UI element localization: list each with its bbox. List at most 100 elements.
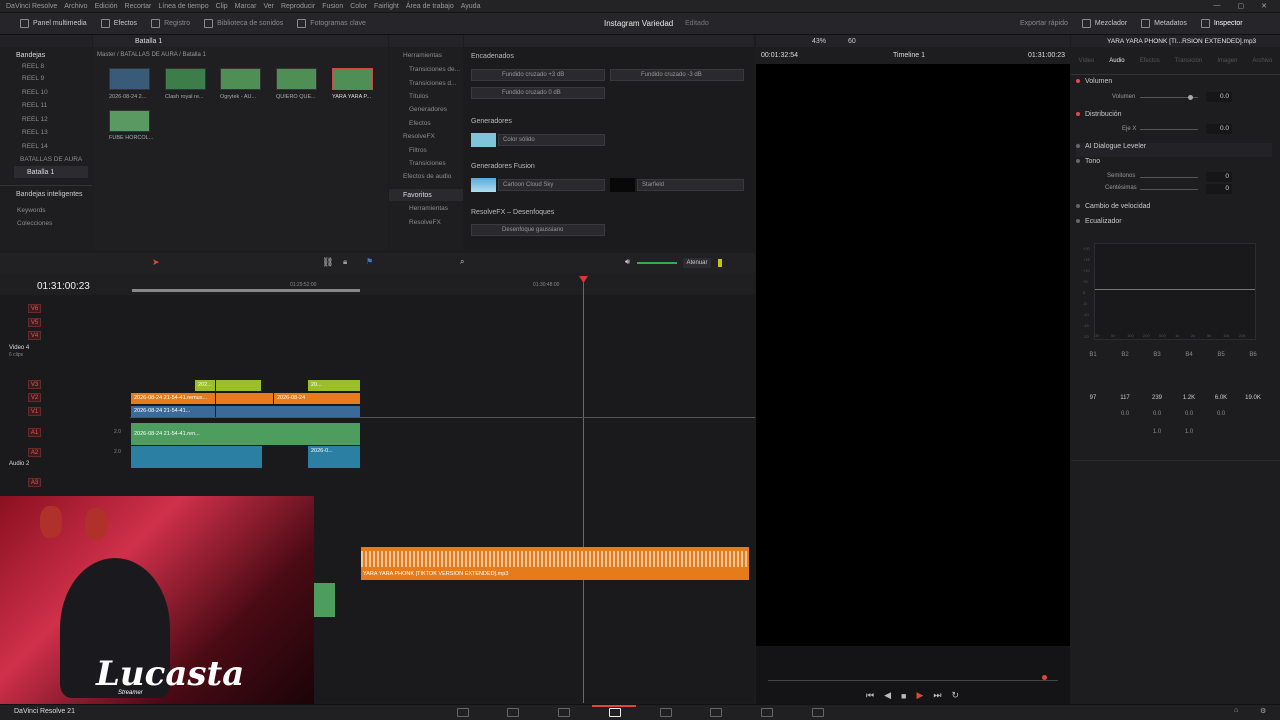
- speed-change-section[interactable]: Cambio de velocidad: [1076, 203, 1272, 217]
- timeline-clip[interactable]: [216, 406, 360, 417]
- bin-item[interactable]: REEL 12: [22, 116, 48, 123]
- track-label-v3[interactable]: V3: [28, 380, 41, 389]
- effects-tree-item[interactable]: Filtros: [409, 147, 427, 154]
- stop-icon[interactable]: ■: [901, 691, 906, 701]
- eq-band[interactable]: B5: [1206, 352, 1236, 358]
- equalizer-section[interactable]: Ecualizador: [1076, 218, 1272, 232]
- bin-item[interactable]: BATALLAS DE AURA: [20, 156, 82, 163]
- timeline-clip[interactable]: [216, 393, 273, 404]
- semitones-slider[interactable]: [1140, 177, 1198, 178]
- tab-image[interactable]: Imagen: [1217, 58, 1237, 64]
- semitones-value[interactable]: 0: [1206, 172, 1232, 182]
- timeline-clip[interactable]: 202...: [195, 380, 215, 391]
- color-page-icon[interactable]: [710, 708, 722, 717]
- timeline-clip[interactable]: 2026-08-24 21-54-41...: [131, 406, 215, 417]
- menu-item[interactable]: Archivo: [64, 3, 87, 10]
- eq-frequency[interactable]: 19.0K: [1238, 395, 1268, 401]
- timeline-audio-clip[interactable]: 2026-08-24 21-54-41.ren...: [131, 423, 360, 445]
- effects-tree-item[interactable]: Herramientas: [403, 52, 442, 59]
- lock-icon[interactable]: 🔒︎: [343, 257, 347, 267]
- effects-tree-item[interactable]: Generadores: [409, 106, 447, 113]
- tab-file[interactable]: Archivo: [1252, 58, 1272, 64]
- media-clip-thumbnail[interactable]: [109, 110, 150, 132]
- timeline-clip[interactable]: 20...: [308, 380, 360, 391]
- eq-band[interactable]: B1: [1078, 352, 1108, 358]
- settings-icon[interactable]: ⚙: [1260, 707, 1266, 715]
- effect-item[interactable]: Desenfoque gaussiano: [471, 224, 605, 236]
- fusion-page-icon[interactable]: [660, 708, 672, 717]
- distribution-section[interactable]: Distribución: [1076, 111, 1272, 125]
- volume-icon[interactable]: 🔊︎: [625, 257, 630, 267]
- viewer-playhead[interactable]: [1042, 675, 1047, 680]
- zoom-icon[interactable]: ⌕: [460, 257, 464, 267]
- maximize-icon[interactable]: ▢: [1238, 2, 1245, 10]
- effect-item[interactable]: Fundido cruzado +3 dB: [471, 69, 605, 81]
- cut-page-icon[interactable]: [507, 708, 519, 717]
- dim-button[interactable]: Atenuar: [683, 258, 711, 268]
- effects-button[interactable]: Efectos: [100, 19, 137, 28]
- eq-frequency[interactable]: 97: [1078, 395, 1108, 401]
- effects-tree-item-favorites[interactable]: Favoritos: [403, 192, 432, 199]
- smart-bin-item[interactable]: Colecciones: [17, 220, 52, 227]
- media-clip-thumbnail[interactable]: [276, 68, 317, 90]
- pitch-section[interactable]: Tono: [1076, 158, 1272, 172]
- marker-icon[interactable]: ⚑: [366, 257, 373, 266]
- menu-item[interactable]: Fusion: [322, 3, 343, 10]
- edit-page-icon[interactable]: [558, 708, 570, 717]
- quick-export-button[interactable]: Exportar rápido: [1020, 20, 1068, 27]
- home-icon[interactable]: ⌂: [1234, 707, 1238, 714]
- bin-item-selected[interactable]: Batalla 1: [27, 169, 54, 176]
- selection-tool-icon[interactable]: ➤: [152, 257, 160, 268]
- menu-item[interactable]: Ayuda: [461, 3, 481, 10]
- media-pool-button[interactable]: Panel multimedia: [20, 19, 87, 28]
- menu-item[interactable]: Color: [350, 3, 367, 10]
- cents-value[interactable]: 0: [1206, 184, 1232, 194]
- deliver-page-icon[interactable]: [812, 708, 824, 717]
- track-label-v2[interactable]: V2: [28, 393, 41, 402]
- bin-item[interactable]: REEL 9: [22, 75, 44, 82]
- track-label-v4[interactable]: V4: [28, 331, 41, 340]
- link-icon[interactable]: ⛓: [322, 257, 333, 268]
- menu-item[interactable]: Línea de tiempo: [158, 3, 208, 10]
- effects-tree-item[interactable]: Títulos: [409, 93, 429, 100]
- menu-item[interactable]: Área de trabajo: [406, 3, 454, 10]
- menu-item[interactable]: DaVinci Resolve: [6, 3, 57, 10]
- effects-tree-item[interactable]: Efectos: [409, 120, 431, 127]
- bin-item[interactable]: REEL 10: [22, 89, 48, 96]
- timeline-audio-clip[interactable]: [131, 446, 262, 468]
- eq-band[interactable]: B3: [1142, 352, 1172, 358]
- timeline-clip[interactable]: [216, 380, 261, 391]
- effects-tree-item[interactable]: Herramientas: [409, 205, 448, 212]
- effects-tree-item[interactable]: ResolveFX: [409, 219, 441, 226]
- menu-item[interactable]: Clip: [216, 3, 228, 10]
- track-label-v5[interactable]: V5: [28, 318, 41, 327]
- eq-frequency[interactable]: 117: [1110, 395, 1140, 401]
- skip-start-icon[interactable]: ⏮: [866, 690, 874, 701]
- timeline-audio-clip[interactable]: 2026-0...: [308, 446, 360, 468]
- pan-slider[interactable]: [1140, 129, 1198, 130]
- timeline-clip[interactable]: 2026-08-24 21-54-41.remux...: [131, 393, 215, 404]
- play-icon[interactable]: ▶: [916, 690, 923, 701]
- playhead[interactable]: [583, 277, 584, 703]
- effects-tree-item[interactable]: ResolveFX: [403, 133, 435, 140]
- loop-icon[interactable]: ↻: [952, 690, 960, 701]
- step-back-icon[interactable]: ◀: [884, 690, 891, 701]
- bin-item[interactable]: REEL 11: [22, 102, 47, 109]
- effects-tree-item[interactable]: Transiciones de...: [409, 66, 460, 73]
- minimize-icon[interactable]: —: [1214, 2, 1221, 10]
- volume-section[interactable]: Volumen: [1076, 78, 1272, 92]
- menu-item[interactable]: Recortar: [125, 3, 152, 10]
- eq-q[interactable]: 1.0: [1142, 429, 1172, 435]
- viewer-canvas[interactable]: [756, 64, 1070, 646]
- menu-item[interactable]: Ver: [263, 3, 274, 10]
- timeline-name[interactable]: Timeline 1: [893, 52, 925, 59]
- effect-item[interactable]: Fundido cruzado 0 dB: [471, 87, 605, 99]
- media-clip-thumbnail-selected[interactable]: [332, 68, 373, 90]
- track-label-v1[interactable]: V1: [28, 407, 41, 416]
- menu-item[interactable]: Fairlight: [374, 3, 399, 10]
- smart-bin-item[interactable]: Keywords: [17, 207, 46, 214]
- tab-video[interactable]: Vídeo: [1079, 58, 1095, 64]
- metadata-button[interactable]: Metadatos: [1141, 19, 1187, 28]
- eq-frequency[interactable]: 1.2K: [1174, 395, 1204, 401]
- effects-tree-item[interactable]: Transiciones d...: [409, 80, 456, 87]
